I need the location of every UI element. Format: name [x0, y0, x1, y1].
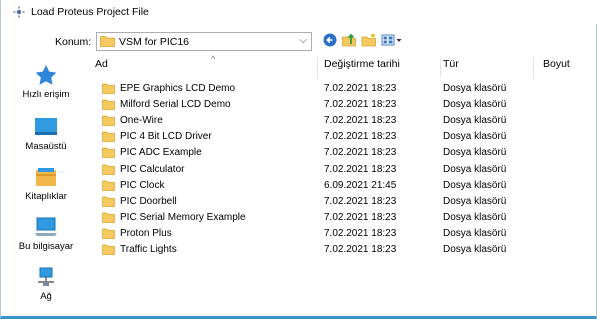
place-quick-access[interactable]: Hızlı erişim: [13, 64, 79, 100]
folder-icon: [102, 148, 115, 159]
folder-icon: [102, 244, 115, 255]
folder-icon: [102, 83, 115, 94]
file-date: 7.02.2021 18:23: [324, 99, 397, 111]
file-name: One-Wire: [120, 115, 163, 127]
view-menu-icon[interactable]: [381, 32, 403, 48]
file-date: 7.02.2021 18:23: [324, 147, 397, 159]
folder-icon: [102, 164, 115, 175]
file-type: Dosya klasörü: [443, 115, 507, 127]
file-list[interactable]: ^ Ad Değiştirme tarihi Tür Boyut EPE Gra…: [93, 54, 589, 312]
file-row[interactable]: Milford Serial LCD Demo 7.02.2021 18:23 Do…: [93, 97, 589, 113]
file-row[interactable]: PIC Serial Memory Example 7.02.2021 18:23…: [93, 210, 589, 226]
file-name: PIC Doorbell: [120, 195, 177, 207]
column-header-type[interactable]: Tür: [441, 58, 533, 78]
place-this-pc[interactable]: Bu bilgisayar: [13, 216, 79, 252]
computer-icon: [35, 217, 57, 236]
column-header-size[interactable]: Boyut: [541, 58, 589, 78]
folder-icon: [102, 228, 115, 239]
back-icon[interactable]: [322, 32, 338, 48]
file-date: 7.02.2021 18:23: [324, 195, 397, 207]
file-type: Dosya klasörü: [443, 99, 507, 111]
desktop-icon: [35, 118, 57, 135]
column-header-date[interactable]: Değiştirme tarihi: [322, 58, 440, 78]
column-divider[interactable]: [533, 58, 534, 78]
column-header-name[interactable]: Ad: [93, 58, 317, 78]
file-date: 7.02.2021 18:23: [324, 227, 397, 239]
file-date: 7.02.2021 18:23: [324, 131, 397, 143]
window-title: Load Proteus Project File: [31, 6, 149, 18]
folder-icon: [102, 131, 115, 143]
file-row[interactable]: PIC 4 Bit LCD Driver 7.02.2021 18:23 Dosya…: [93, 129, 589, 145]
folder-icon: [102, 196, 115, 207]
title-bar[interactable]: Load Proteus Project File: [1, 0, 597, 24]
load-project-dialog: Load Proteus Project File Konum: VSM for…: [0, 0, 597, 319]
column-divider[interactable]: [317, 58, 318, 78]
folder-icon: [100, 36, 115, 47]
file-row[interactable]: PIC Doorbell 7.02.2021 18:23 Dosya klasörü: [93, 194, 589, 210]
file-name: Traffic Lights: [120, 244, 177, 255]
file-type: Dosya klasörü: [443, 83, 507, 94]
libraries-icon: [36, 168, 56, 186]
folder-icon: [102, 212, 115, 223]
file-type: Dosya klasörü: [443, 163, 507, 175]
folder-icon: [102, 180, 115, 191]
places-bar: Hızlı erişim Masaüstü Kitaplıklar Bu bil…: [13, 58, 79, 312]
up-folder-icon[interactable]: [341, 32, 357, 48]
file-name: Milford Serial LCD Demo: [120, 99, 231, 111]
file-type: Dosya klasörü: [443, 227, 507, 239]
file-type: Dosya klasörü: [443, 131, 507, 143]
place-label: Masaüstü: [25, 141, 67, 152]
location-label: Konum:: [55, 36, 92, 48]
file-date: 7.02.2021 18:23: [324, 83, 397, 94]
file-type: Dosya klasörü: [443, 195, 507, 207]
file-name: PIC 4 Bit LCD Driver: [120, 131, 212, 143]
file-row[interactable]: PIC Calculator 7.02.2021 18:23 Dosya klasö…: [93, 162, 589, 178]
location-combobox[interactable]: VSM for PIC16 ⌵: [96, 32, 312, 51]
file-row[interactable]: PIC ADC Example 7.02.2021 18:23 Dosya klas…: [93, 145, 589, 161]
place-network[interactable]: Ağ: [13, 266, 79, 302]
file-row[interactable]: Traffic Lights 7.02.2021 18:23 Dosya klasö…: [93, 242, 589, 258]
folder-icon: [102, 115, 115, 127]
file-name: PIC Calculator: [120, 163, 185, 175]
file-name: Proton Plus: [120, 227, 172, 239]
file-name: PIC ADC Example: [120, 147, 202, 159]
file-type: Dosya klasörü: [443, 147, 507, 159]
file-name: EPE Graphics LCD Demo: [120, 83, 236, 94]
file-row[interactable]: Proton Plus 7.02.2021 18:23 Dosya klasörü: [93, 226, 589, 242]
file-type: Dosya klasörü: [443, 244, 507, 255]
file-row[interactable]: EPE Graphics LCD Demo 7.02.2021 18:23 Dosy…: [93, 81, 589, 97]
file-type: Dosya klasörü: [443, 179, 507, 191]
new-folder-icon[interactable]: [361, 32, 377, 48]
place-label: Bu bilgisayar: [18, 241, 74, 252]
file-date: 7.02.2021 18:23: [324, 163, 397, 175]
file-date: 6.09.2021 21:45: [324, 179, 397, 191]
file-type: Dosya klasörü: [443, 211, 507, 223]
location-bar: Konum: VSM for PIC16 ⌵: [1, 30, 597, 52]
place-label: Ağ: [40, 291, 52, 302]
network-icon: [38, 267, 54, 286]
star-icon: [35, 65, 57, 85]
file-name: PIC Clock: [120, 179, 165, 191]
file-date: 7.02.2021 18:23: [324, 115, 397, 127]
folder-icon: [102, 99, 115, 110]
location-value: VSM for PIC16: [119, 36, 190, 48]
place-desktop[interactable]: Masaüstü: [13, 116, 79, 152]
place-label: Hızlı erişim: [22, 89, 70, 100]
place-libraries[interactable]: Kitaplıklar: [13, 166, 79, 202]
file-row[interactable]: PIC Clock 6.09.2021 21:45 Dosya klasörü: [93, 178, 589, 194]
file-name: PIC Serial Memory Example: [120, 211, 246, 223]
place-label: Kitaplıklar: [25, 191, 67, 202]
proteus-app-icon: [13, 6, 25, 18]
file-row[interactable]: One-Wire 7.02.2021 18:23 Dosya klasörü: [93, 113, 589, 129]
chevron-down-icon[interactable]: ⌵: [299, 35, 307, 46]
file-date: 7.02.2021 18:23: [324, 244, 397, 255]
file-date: 7.02.2021 18:23: [324, 211, 397, 223]
